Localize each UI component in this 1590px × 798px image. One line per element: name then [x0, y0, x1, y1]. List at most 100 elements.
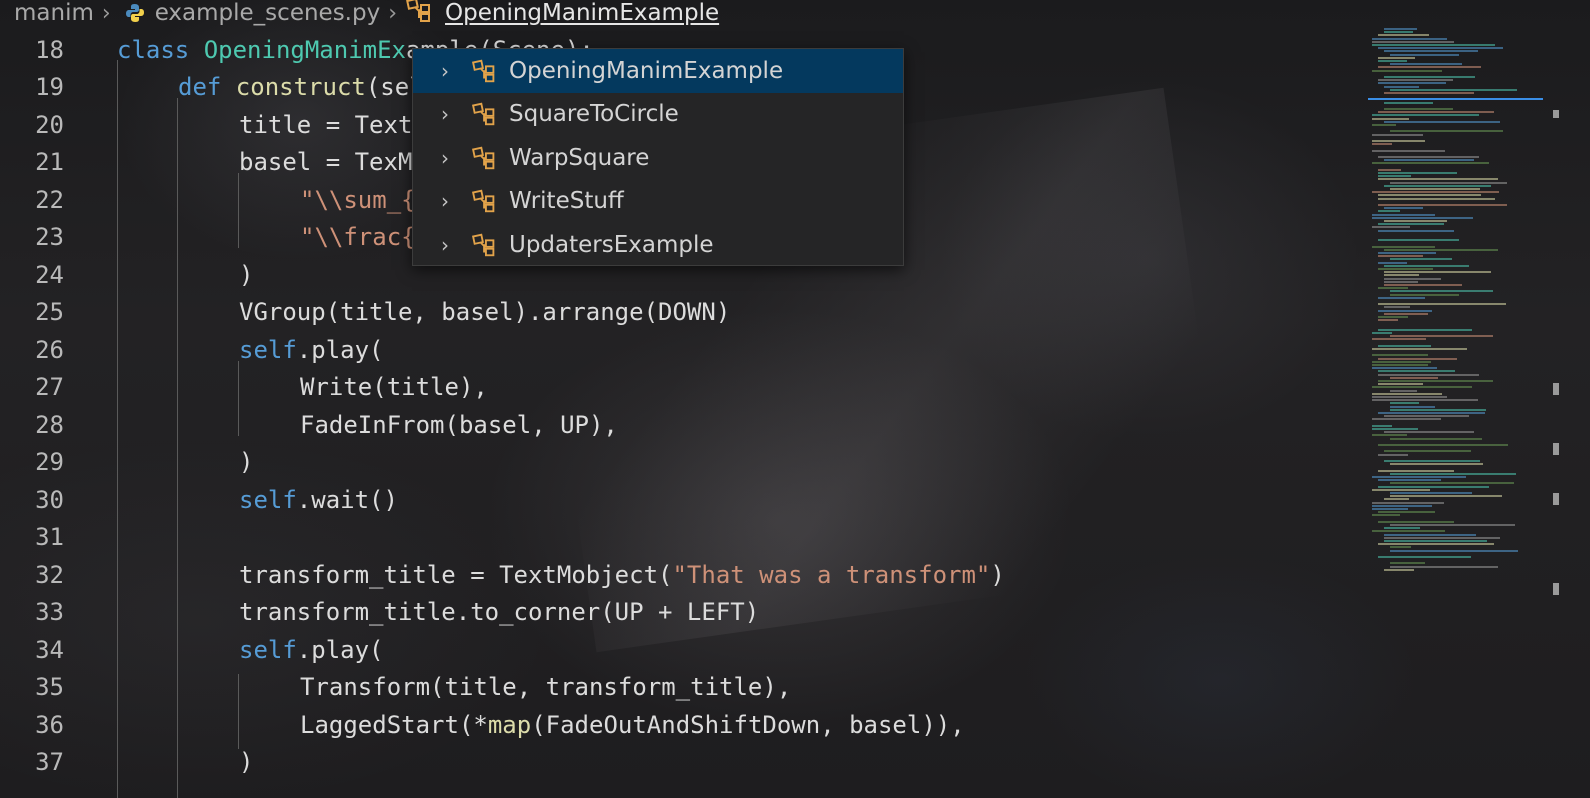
minimap-line	[1372, 133, 1423, 136]
code-line[interactable]: 31	[0, 519, 1380, 557]
minimap-line	[1384, 533, 1477, 536]
code-line[interactable]: 27 Write(title),	[0, 369, 1380, 407]
minimap-line	[1384, 540, 1487, 542]
minimap-viewport[interactable]	[1368, 98, 1543, 100]
code-line[interactable]: 26 self.play(	[0, 331, 1380, 369]
minimap-line	[1378, 66, 1482, 69]
minimap-line	[1384, 92, 1475, 94]
code-text: transform_title = TextMobject("That was …	[239, 561, 1005, 589]
scrollbar-marker	[1553, 110, 1559, 118]
minimap-line	[1390, 130, 1503, 133]
minimap-line	[1378, 34, 1430, 37]
minimap[interactable]	[1368, 28, 1543, 588]
minimap-line	[1390, 546, 1411, 549]
minimap-line	[1384, 248, 1498, 251]
code-token: FadeInFrom(basel, UP),	[300, 410, 618, 439]
code-text: )	[239, 748, 253, 776]
code-token: construct	[235, 73, 366, 102]
minimap-line	[1372, 504, 1432, 507]
minimap-line	[1390, 53, 1460, 56]
code-text: Transform(title, transform_title),	[300, 673, 791, 701]
chevron-right-icon[interactable]: ›	[441, 146, 461, 170]
minimap-line	[1378, 204, 1507, 206]
minimap-line	[1372, 213, 1435, 216]
code-token: self	[239, 635, 297, 664]
minimap-line	[1372, 396, 1447, 398]
minimap-line	[1378, 520, 1455, 523]
minimap-line	[1390, 63, 1462, 66]
breadcrumb-folder[interactable]: manim	[14, 0, 94, 26]
minimap-line	[1378, 383, 1423, 386]
code-line[interactable]: 32 transform_title = TextMobject("That wa…	[0, 556, 1380, 594]
code-token: VGroup(title, basel).arrange(DOWN)	[239, 298, 731, 327]
breadcrumb-symbol[interactable]: OpeningManimExample	[445, 0, 719, 26]
code-token: )	[239, 260, 254, 289]
class-symbol-icon	[471, 101, 499, 127]
code-line[interactable]: 28 FadeInFrom(basel, UP),	[0, 406, 1380, 444]
minimap-line	[1378, 485, 1490, 488]
code-token: (FadeOutAndShiftDown, basel)),	[531, 710, 965, 739]
minimap-line	[1378, 543, 1495, 546]
line-number: 29	[35, 448, 64, 477]
minimap-line	[1372, 149, 1445, 152]
minimap-line	[1372, 245, 1435, 248]
minimap-line	[1378, 316, 1409, 318]
symbol-picker-item[interactable]: › SquareToCircle	[413, 93, 903, 137]
code-line[interactable]: 34 self.play(	[0, 631, 1380, 669]
minimap-line	[1378, 210, 1401, 213]
chevron-right-icon[interactable]: ›	[441, 59, 461, 83]
chevron-right-icon[interactable]: ›	[441, 189, 461, 213]
minimap-line	[1372, 514, 1400, 517]
minimap-line	[1372, 360, 1431, 363]
minimap-line	[1384, 450, 1472, 453]
minimap-line	[1378, 261, 1408, 264]
minimap-line	[1390, 188, 1480, 190]
minimap-line	[1378, 287, 1408, 290]
symbol-picker-item[interactable]: › WarpSquare	[413, 136, 903, 180]
minimap-line	[1378, 296, 1426, 299]
minimap-line	[1378, 239, 1459, 242]
minimap-line	[1372, 501, 1444, 504]
code-token: map	[487, 710, 532, 739]
breadcrumb-file[interactable]: example_scenes.py	[155, 0, 381, 26]
minimap-line	[1378, 511, 1436, 514]
chevron-right-icon[interactable]: ›	[441, 233, 461, 257]
line-number: 27	[35, 373, 64, 402]
minimap-line	[1372, 392, 1442, 395]
class-symbol-icon	[471, 232, 499, 258]
code-text: )	[239, 448, 253, 476]
code-line[interactable]: 35 Transform(title, transform_title),	[0, 669, 1380, 707]
minimap-line	[1372, 530, 1446, 533]
line-number: 30	[35, 485, 64, 514]
class-symbol-icon	[405, 0, 435, 29]
minimap-line	[1378, 373, 1480, 376]
chevron-right-icon[interactable]: ›	[441, 102, 461, 126]
line-number: 21	[35, 148, 64, 177]
code-token: )	[239, 448, 254, 477]
minimap-line	[1390, 495, 1502, 498]
code-token: Transform(title, transform_title),	[300, 673, 792, 702]
minimap-line	[1390, 472, 1517, 475]
vertical-scrollbar[interactable]	[1543, 0, 1565, 798]
code-line[interactable]: 33 transform_title.to_corner(UP + LEFT)	[0, 594, 1380, 632]
minimap-line	[1372, 332, 1393, 334]
minimap-line	[1378, 412, 1485, 414]
minimap-line	[1372, 114, 1480, 117]
minimap-line	[1390, 549, 1519, 552]
minimap-line	[1372, 367, 1438, 370]
code-line[interactable]: 36 LaggedStart(*map(FadeOutAndShiftDown, …	[0, 706, 1380, 744]
symbol-picker-item[interactable]: › WriteStuff	[413, 180, 903, 224]
code-line[interactable]: 25 VGroup(title, basel).arrange(DOWN)	[0, 294, 1380, 332]
minimap-line	[1390, 408, 1486, 411]
code-token: def	[178, 73, 236, 102]
line-number: 34	[35, 635, 64, 664]
code-line[interactable]: 29)	[0, 444, 1380, 482]
code-line[interactable]: 30 self.wait()	[0, 481, 1380, 519]
code-line[interactable]: 37)	[0, 744, 1380, 782]
symbol-picker-item[interactable]: › UpdatersExample	[413, 223, 903, 267]
minimap-line	[1384, 306, 1410, 309]
symbol-picker-item[interactable]: › OpeningManimExample	[413, 49, 903, 93]
minimap-line	[1384, 264, 1469, 267]
line-number: 19	[35, 73, 64, 102]
minimap-line	[1378, 479, 1441, 482]
